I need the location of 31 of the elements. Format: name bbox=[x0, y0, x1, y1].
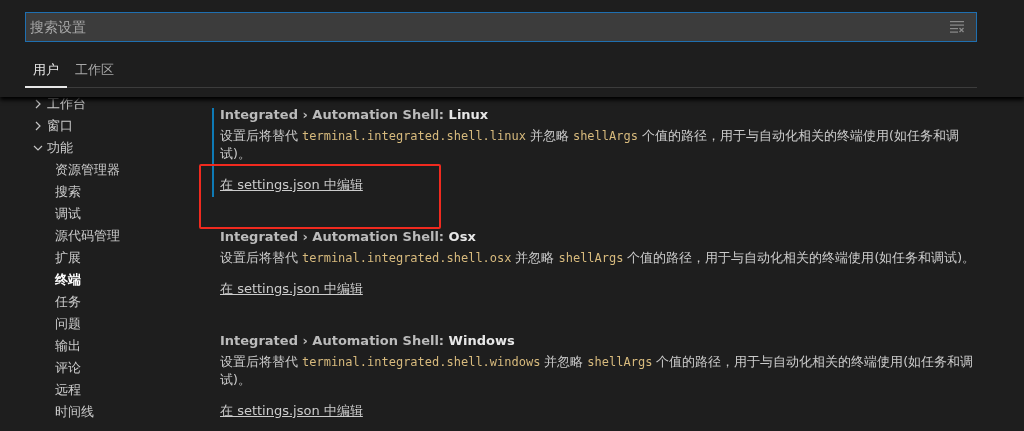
tree-item[interactable]: 终端 bbox=[55, 271, 81, 289]
setting-description: 设置后将替代 terminal.integrated.shell.linux 并忽略 shellArgs 个值的路径，用于与自动化相关的终端使用(如任务和调试)。 bbox=[220, 127, 960, 163]
tree-item[interactable]: 搜索 bbox=[55, 183, 81, 201]
search-field[interactable]: 搜索设置 bbox=[25, 12, 977, 42]
chevron-down-icon[interactable] bbox=[33, 143, 43, 153]
tab[interactable]: 用户 bbox=[25, 55, 67, 88]
tree-item[interactable]: 工作台 bbox=[47, 97, 86, 113]
tree-item[interactable]: 输出 bbox=[55, 337, 81, 355]
setting-title: Integrated › Automation Shell: Windows bbox=[220, 332, 516, 350]
tree-item[interactable]: 功能 bbox=[47, 139, 73, 157]
tree-item[interactable]: 调试 bbox=[55, 205, 81, 223]
chevron-right-icon[interactable] bbox=[33, 99, 43, 109]
edit-link[interactable]: 在 settings.json 中编辑 bbox=[220, 279, 363, 299]
tree-item[interactable]: 时间线 bbox=[55, 403, 94, 421]
setting-description: 设置后将替代 terminal.integrated.shell.windows 并忽略 shellArgs 个值的路径，用于与自动化相关的终端使用(如任务和调试)。 bbox=[220, 353, 975, 389]
setting-description: 设置后将替代 terminal.integrated.shell.osx 并忽略 shellArgs 个值的路径，用于与自动化相关的终端使用(如任务和调试)。 bbox=[220, 249, 977, 267]
edit-link[interactable]: 在 settings.json 中编辑 bbox=[220, 175, 363, 195]
tree-item[interactable]: 窗口 bbox=[47, 117, 73, 135]
tree-item[interactable]: 评论 bbox=[55, 359, 81, 377]
setting-title: Integrated › Automation Shell: Linux bbox=[220, 106, 490, 124]
setting-title: Integrated › Automation Shell: Osx bbox=[220, 228, 477, 246]
tree-item[interactable]: 源代码管理 bbox=[55, 227, 120, 245]
tree-item[interactable]: 远程 bbox=[55, 381, 81, 399]
edit-link[interactable]: 在 settings.json 中编辑 bbox=[220, 401, 363, 421]
tree-item[interactable]: 任务 bbox=[55, 293, 81, 311]
tree-item[interactable]: 问题 bbox=[55, 315, 81, 333]
chevron-right-icon[interactable] bbox=[33, 121, 43, 131]
tree-item[interactable]: 扩展 bbox=[55, 249, 81, 267]
clear-filter-icon[interactable] bbox=[950, 21, 965, 33]
tab[interactable]: 工作区 bbox=[67, 55, 122, 88]
tree-item[interactable]: 资源管理器 bbox=[55, 161, 120, 179]
